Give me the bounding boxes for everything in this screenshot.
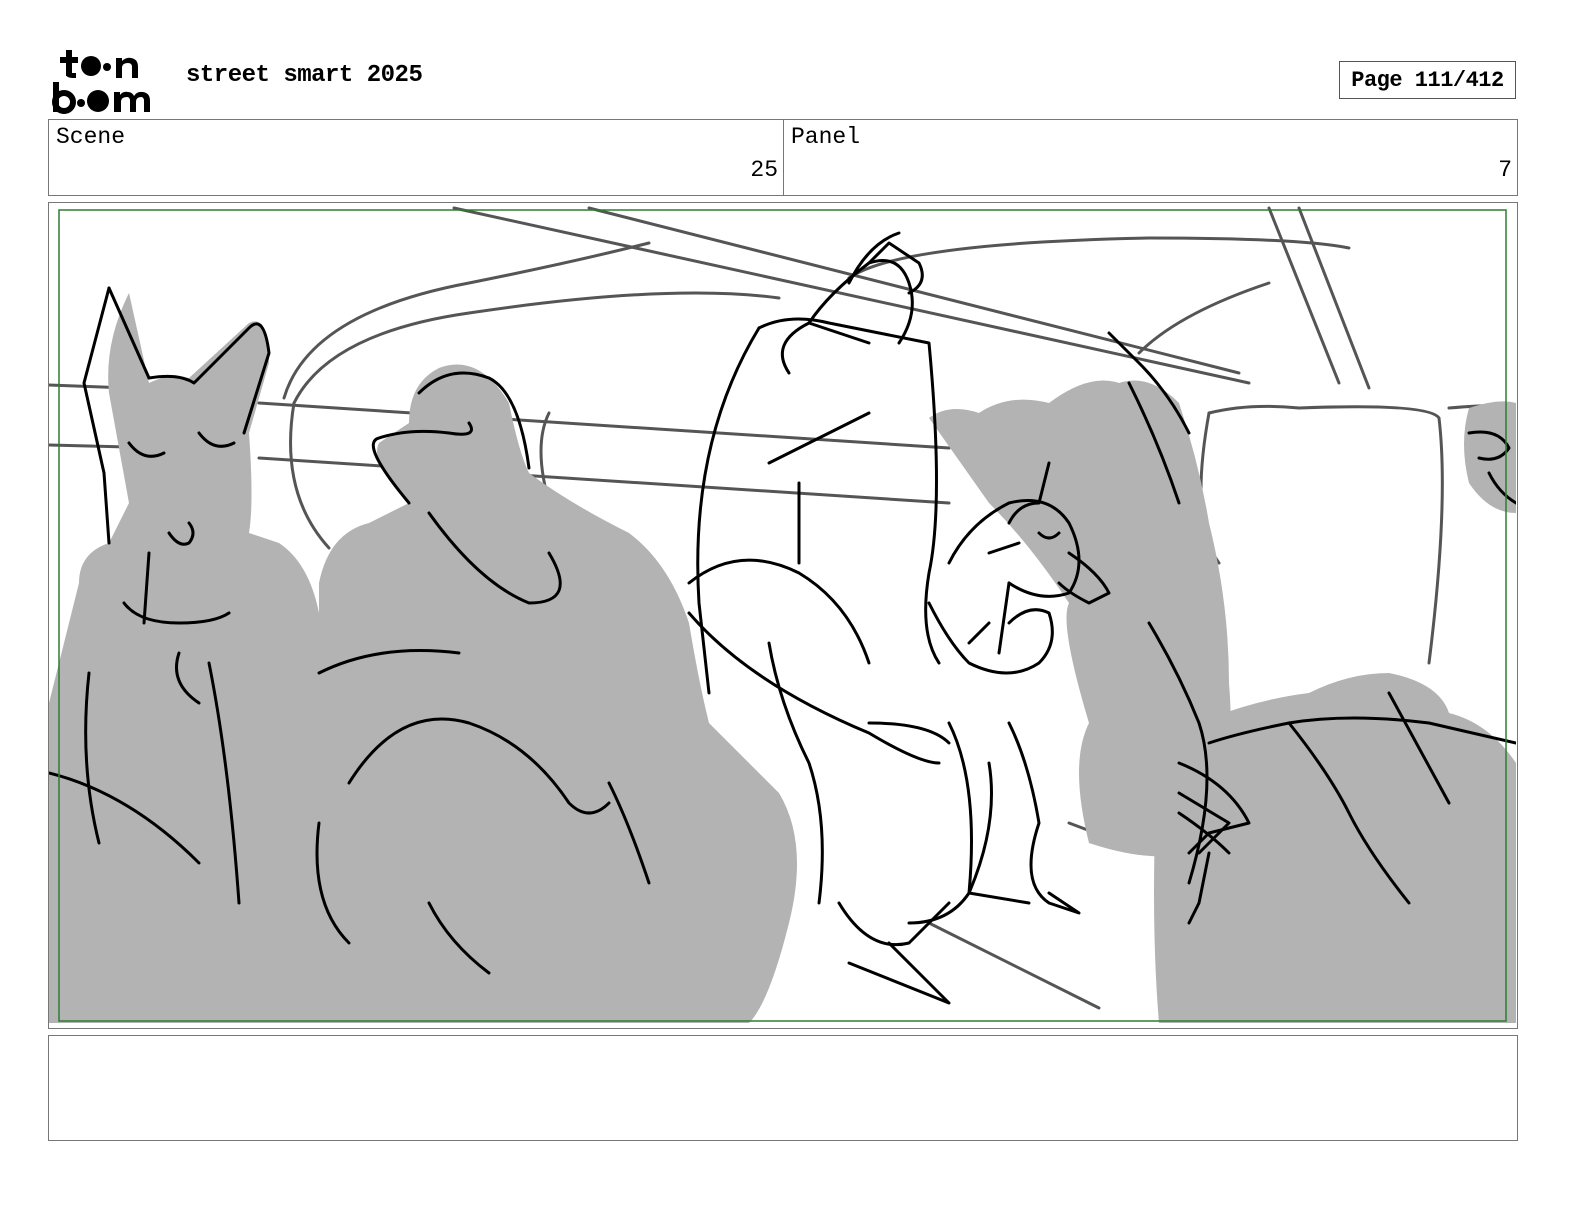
toon-boom-logo: toon — [52, 50, 150, 114]
page-number-box: Page 111/412 — [1339, 61, 1516, 99]
project-title: street smart 2025 — [186, 62, 423, 89]
storyboard-sketch — [49, 206, 1516, 1023]
scene-cell: Scene 25 — [49, 120, 784, 195]
scene-label: Scene — [56, 124, 126, 150]
panel-notes-box — [48, 1035, 1518, 1141]
page-number-label: Page 111/412 — [1351, 67, 1504, 93]
scene-number: 25 — [750, 157, 778, 183]
panel-number: 7 — [1498, 157, 1512, 183]
scene-panel-info-row: Scene 25 Panel 7 — [48, 119, 1518, 196]
storyboard-panel-image — [48, 202, 1518, 1029]
panel-label: Panel — [791, 124, 861, 150]
panel-cell: Panel 7 — [784, 120, 1517, 195]
